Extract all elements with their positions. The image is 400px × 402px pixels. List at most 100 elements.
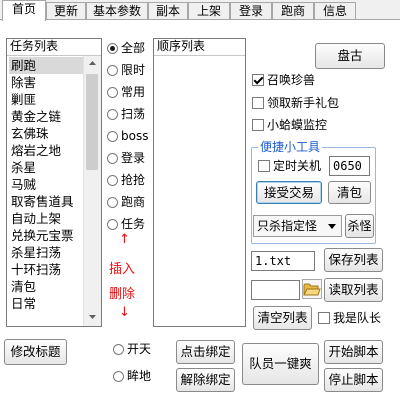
filter-sweep[interactable]: 扫荡	[107, 105, 145, 123]
task-list-header: 任务列表	[7, 39, 101, 56]
checkbox-icon	[252, 74, 264, 86]
checkbox-label: 我是队长	[333, 311, 382, 325]
kill-monster-button[interactable]: 杀怪	[345, 214, 374, 238]
radio-icon	[113, 344, 124, 355]
list-item[interactable]: 杀星	[9, 159, 36, 176]
list-item[interactable]: 黄金之链	[9, 108, 61, 125]
tab-home[interactable]: 首页	[2, 0, 46, 21]
tab-info[interactable]: 信息	[314, 2, 356, 20]
folder-icon[interactable]	[302, 279, 322, 299]
open-sky-radio[interactable]: 开天	[113, 340, 151, 358]
radio-icon	[113, 371, 124, 382]
filter-label: boss	[121, 129, 149, 143]
list-item[interactable]: 自动上架	[9, 210, 61, 227]
shutdown-checkbox[interactable]: 定时关机	[258, 157, 321, 175]
filter-login[interactable]: 登录	[107, 149, 145, 167]
radio-icon	[107, 87, 118, 98]
filter-label: 限时	[121, 63, 146, 77]
checkbox-icon	[252, 97, 264, 109]
filter-label: 登录	[121, 151, 146, 165]
filter-label: 扫荡	[121, 107, 146, 121]
summon-pet-checkbox[interactable]: 召唤珍兽	[252, 71, 315, 89]
tools-group-title: 便捷小工具	[258, 139, 323, 155]
filter-limited[interactable]: 限时	[107, 61, 145, 79]
scroll-down-icon[interactable]	[84, 310, 100, 326]
toad-monitor-checkbox[interactable]: 小蛤蟆监控	[252, 116, 327, 134]
radio-icon	[107, 65, 118, 76]
list-item[interactable]: 玄佛珠	[9, 125, 49, 142]
list-item[interactable]: 除害	[9, 74, 36, 91]
list-item[interactable]: 日常	[9, 295, 36, 312]
newbie-pack-checkbox[interactable]: 领取新手礼包	[252, 94, 339, 112]
team-one-key-button[interactable]: 队员一键爽	[242, 343, 319, 385]
edit-title-button[interactable]: 修改标题	[4, 339, 67, 365]
list-item[interactable]: 清包	[9, 278, 36, 295]
is-captain-checkbox[interactable]: 我是队长	[318, 309, 381, 327]
checkbox-icon	[258, 160, 270, 172]
radio-icon	[107, 131, 118, 142]
filter-label: 全部	[121, 41, 146, 55]
filter-trade-run[interactable]: 跑商	[107, 193, 145, 211]
list-item[interactable]: 剿匪	[9, 91, 36, 108]
insert-label[interactable]: 插入	[109, 258, 135, 277]
tab-listing[interactable]: 上架	[188, 2, 230, 20]
scroll-up-icon[interactable]	[84, 56, 100, 72]
order-list-header: 顺序列表	[154, 39, 245, 56]
list-item[interactable]: 马贼	[9, 176, 36, 193]
radio-icon	[107, 219, 118, 230]
filter-label: 任务	[121, 217, 146, 231]
list-item[interactable]: 取寄售道具	[9, 193, 74, 210]
arrow-down-icon: ↓	[119, 305, 130, 320]
list-item[interactable]: 兑换元宝票	[9, 227, 74, 244]
checkbox-label: 定时关机	[273, 159, 322, 173]
path-input[interactable]	[251, 280, 300, 300]
list-item[interactable]: 熔岩之地	[9, 142, 61, 159]
arrow-up-icon: ↑	[119, 232, 130, 247]
load-list-button[interactable]: 读取列表	[324, 278, 383, 302]
delete-label[interactable]: 删除	[109, 283, 135, 302]
click-bind-button[interactable]: 点击绑定	[176, 340, 235, 364]
radio-label: 眸地	[127, 369, 152, 383]
filter-task[interactable]: 任务	[107, 215, 145, 233]
list-item[interactable]: 杀星扫荡	[9, 244, 61, 261]
filter-label: 抢抢	[121, 173, 146, 187]
radio-icon	[107, 197, 118, 208]
radio-icon	[107, 43, 118, 54]
clear-list-button[interactable]: 清空列表	[253, 306, 312, 330]
filter-grab[interactable]: 抢抢	[107, 171, 145, 189]
filename-input[interactable]: 1.txt	[251, 251, 315, 271]
tab-dungeon[interactable]: 副本	[148, 2, 188, 20]
scroll-thumb[interactable]	[86, 74, 98, 170]
filter-common[interactable]: 常用	[107, 83, 145, 101]
accept-trade-button[interactable]: 接受交易	[256, 181, 322, 204]
task-list[interactable]: 任务列表 刷跑 除害 剿匪 黄金之链 玄佛珠 熔岩之地 杀星 马贼 取寄售道具 …	[6, 38, 102, 327]
shutdown-time-input[interactable]: 0650	[329, 156, 370, 176]
checkbox-icon	[318, 312, 330, 324]
chevron-down-icon	[328, 224, 336, 229]
tab-login[interactable]: 登录	[230, 2, 272, 20]
filter-boss[interactable]: boss	[107, 127, 148, 145]
kill-target-select[interactable]: 只杀指定怪	[253, 215, 342, 237]
checkbox-icon	[252, 119, 264, 131]
filter-all[interactable]: 全部	[107, 39, 145, 57]
tab-update[interactable]: 更新	[46, 2, 86, 20]
checkbox-label: 召唤珍兽	[267, 73, 316, 87]
select-value: 只杀指定怪	[257, 219, 318, 233]
tab-bar: 首页 更新 基本参数 副本 上架 登录 跑商 信息	[0, 0, 400, 21]
task-list-scrollbar[interactable]	[83, 56, 101, 326]
order-list[interactable]: 顺序列表	[153, 38, 246, 327]
stop-script-button[interactable]: 停止脚本	[324, 368, 383, 392]
radio-icon	[107, 109, 118, 120]
filter-label: 跑商	[121, 195, 146, 209]
unbind-button[interactable]: 解除绑定	[176, 368, 235, 392]
radio-label: 开天	[127, 342, 152, 356]
tab-basic-params[interactable]: 基本参数	[86, 2, 148, 20]
tab-trade-run[interactable]: 跑商	[272, 2, 314, 20]
pangu-button[interactable]: 盘古	[315, 43, 385, 69]
save-list-button[interactable]: 保存列表	[324, 248, 383, 272]
clear-bag-button[interactable]: 清包	[328, 181, 371, 204]
list-item[interactable]: 刷跑	[9, 57, 85, 74]
start-script-button[interactable]: 开始脚本	[324, 340, 383, 364]
fall-ground-radio[interactable]: 眸地	[113, 367, 151, 385]
list-item[interactable]: 十环扫荡	[9, 261, 61, 278]
